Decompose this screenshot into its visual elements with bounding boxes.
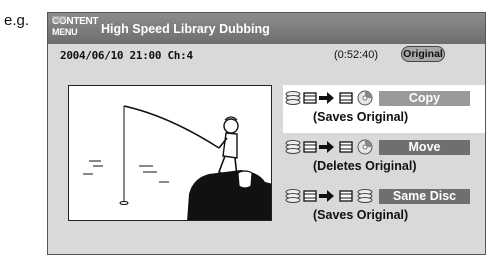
logo-tab-shape [52,16,66,22]
dvd-icon [357,90,373,106]
recording-datetime: 2004/06/10 21:00 Ch:4 [60,49,193,62]
option-copy[interactable]: Copy (Saves Original) [283,85,485,133]
same-disc-media-icons [285,189,373,203]
content-menu-line2: MENU [52,27,78,37]
tape-icon [339,141,353,153]
tape-icon [339,92,353,104]
hdd-icon [285,91,301,105]
copy-description: (Saves Original) [313,110,409,124]
move-description: (Deletes Original) [313,159,417,173]
fishing-illustration [69,86,271,220]
same-disc-button[interactable]: Same Disc [379,189,470,204]
hdd-icon [357,189,373,203]
recording-duration: (0:52:40) [334,49,379,61]
move-button[interactable]: Move [379,140,470,155]
option-same-disc[interactable]: Same Disc (Saves Original) [283,183,485,231]
info-bar: 2004/06/10 21:00 Ch:4 (0:52:40) Original [48,44,485,66]
tape-icon [303,92,317,104]
copy-media-icons [285,90,373,106]
same-disc-description: (Saves Original) [313,208,409,222]
arrow-icon [319,141,334,153]
screen-title: High Speed Library Dubbing [101,22,270,36]
option-move[interactable]: Move (Deletes Original) [283,134,485,182]
move-media-icons [285,139,373,155]
arrow-icon [319,190,334,202]
dvd-icon [357,139,373,155]
video-preview [68,85,272,221]
tape-icon [339,190,353,202]
tape-icon [303,141,317,153]
example-caption: e.g. [4,12,30,29]
dubbing-screen: CONTENT MENU High Speed Library Dubbing … [47,12,486,255]
copy-button[interactable]: Copy [379,91,470,106]
hdd-icon [285,189,301,203]
hdd-icon [285,140,301,154]
title-bar: CONTENT MENU High Speed Library Dubbing [48,13,485,44]
content-menu-logo: CONTENT MENU [52,16,99,42]
arrow-icon [319,92,334,104]
tape-icon [303,190,317,202]
original-badge: Original [401,46,445,62]
